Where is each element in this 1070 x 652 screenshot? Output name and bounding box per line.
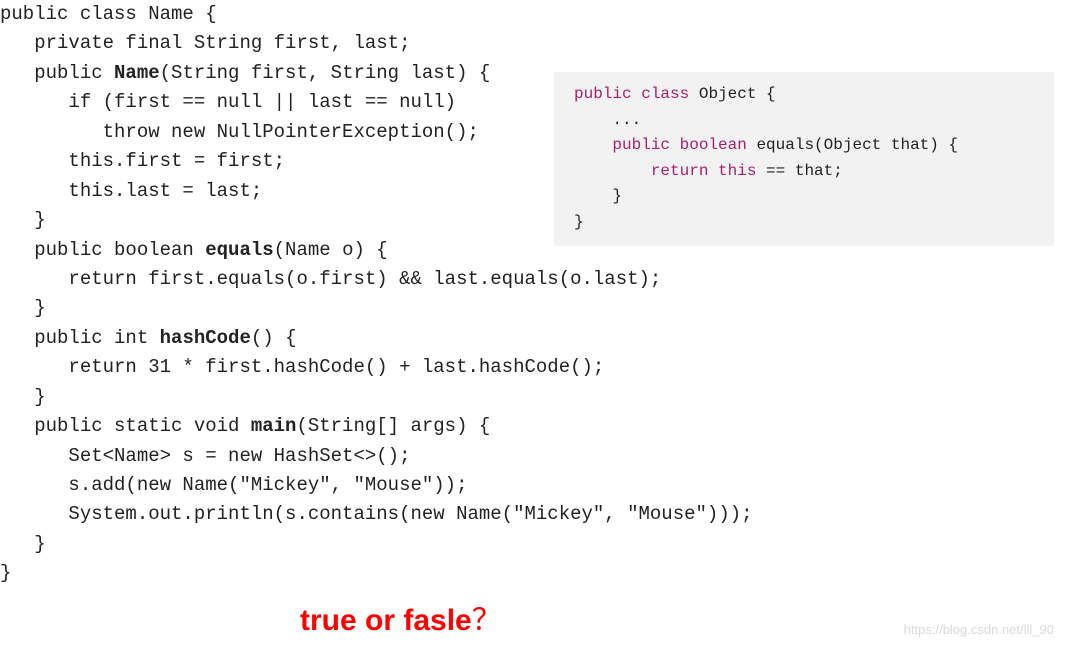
code-line: } xyxy=(0,297,46,319)
code-text xyxy=(574,162,651,180)
code-line: } xyxy=(0,386,46,408)
code-text xyxy=(574,136,612,154)
code-line: s.add(new Name("Mickey", "Mouse")); xyxy=(0,474,467,496)
code-line: (Name o) { xyxy=(274,239,388,261)
question-mark: ？ xyxy=(472,604,502,637)
code-text: equals(Object that) { xyxy=(747,136,958,154)
keyword: return xyxy=(651,162,709,180)
code-line: public int xyxy=(0,327,160,349)
code-text: } xyxy=(574,213,584,231)
code-line: } xyxy=(0,533,46,555)
question-words: true or fasle xyxy=(300,604,472,637)
code-line: private final String first, last; xyxy=(0,32,410,54)
code-text: } xyxy=(574,187,622,205)
code-text: Object { xyxy=(689,85,775,103)
code-line: } xyxy=(0,562,11,584)
code-line: public static void xyxy=(0,415,251,437)
code-line: () { xyxy=(251,327,297,349)
code-text: ... xyxy=(574,111,641,129)
code-method-name: equals xyxy=(205,239,273,261)
code-method-name: hashCode xyxy=(160,327,251,349)
code-line: this.last = last; xyxy=(0,180,262,202)
code-line: public xyxy=(0,62,114,84)
code-line: throw new NullPointerException(); xyxy=(0,121,479,143)
watermark-text: https://blog.csdn.net/lll_90 xyxy=(904,620,1054,640)
keyword: this xyxy=(718,162,756,180)
code-line: if (first == null || last == null) xyxy=(0,91,456,113)
keyword: public xyxy=(574,85,632,103)
code-line: return 31 * first.hashCode() + last.hash… xyxy=(0,356,604,378)
code-method-name: Name xyxy=(114,62,160,84)
code-line: public class Name { xyxy=(0,3,217,25)
keyword: public xyxy=(612,136,670,154)
code-line: Set<Name> s = new HashSet<>(); xyxy=(0,445,410,467)
keyword: class xyxy=(641,85,689,103)
code-line: (String[] args) { xyxy=(296,415,490,437)
code-method-name: main xyxy=(251,415,297,437)
inset-code-block: public class Object { ... public boolean… xyxy=(554,72,1054,246)
question-text: true or fasle？ xyxy=(300,598,502,645)
code-line: return first.equals(o.first) && last.equ… xyxy=(0,268,661,290)
code-line: (String first, String last) { xyxy=(160,62,491,84)
code-line: System.out.println(s.contains(new Name("… xyxy=(0,503,753,525)
code-line: public boolean xyxy=(0,239,205,261)
code-text: == that; xyxy=(756,162,842,180)
code-line: this.first = first; xyxy=(0,150,285,172)
code-line: } xyxy=(0,209,46,231)
keyword: boolean xyxy=(680,136,747,154)
